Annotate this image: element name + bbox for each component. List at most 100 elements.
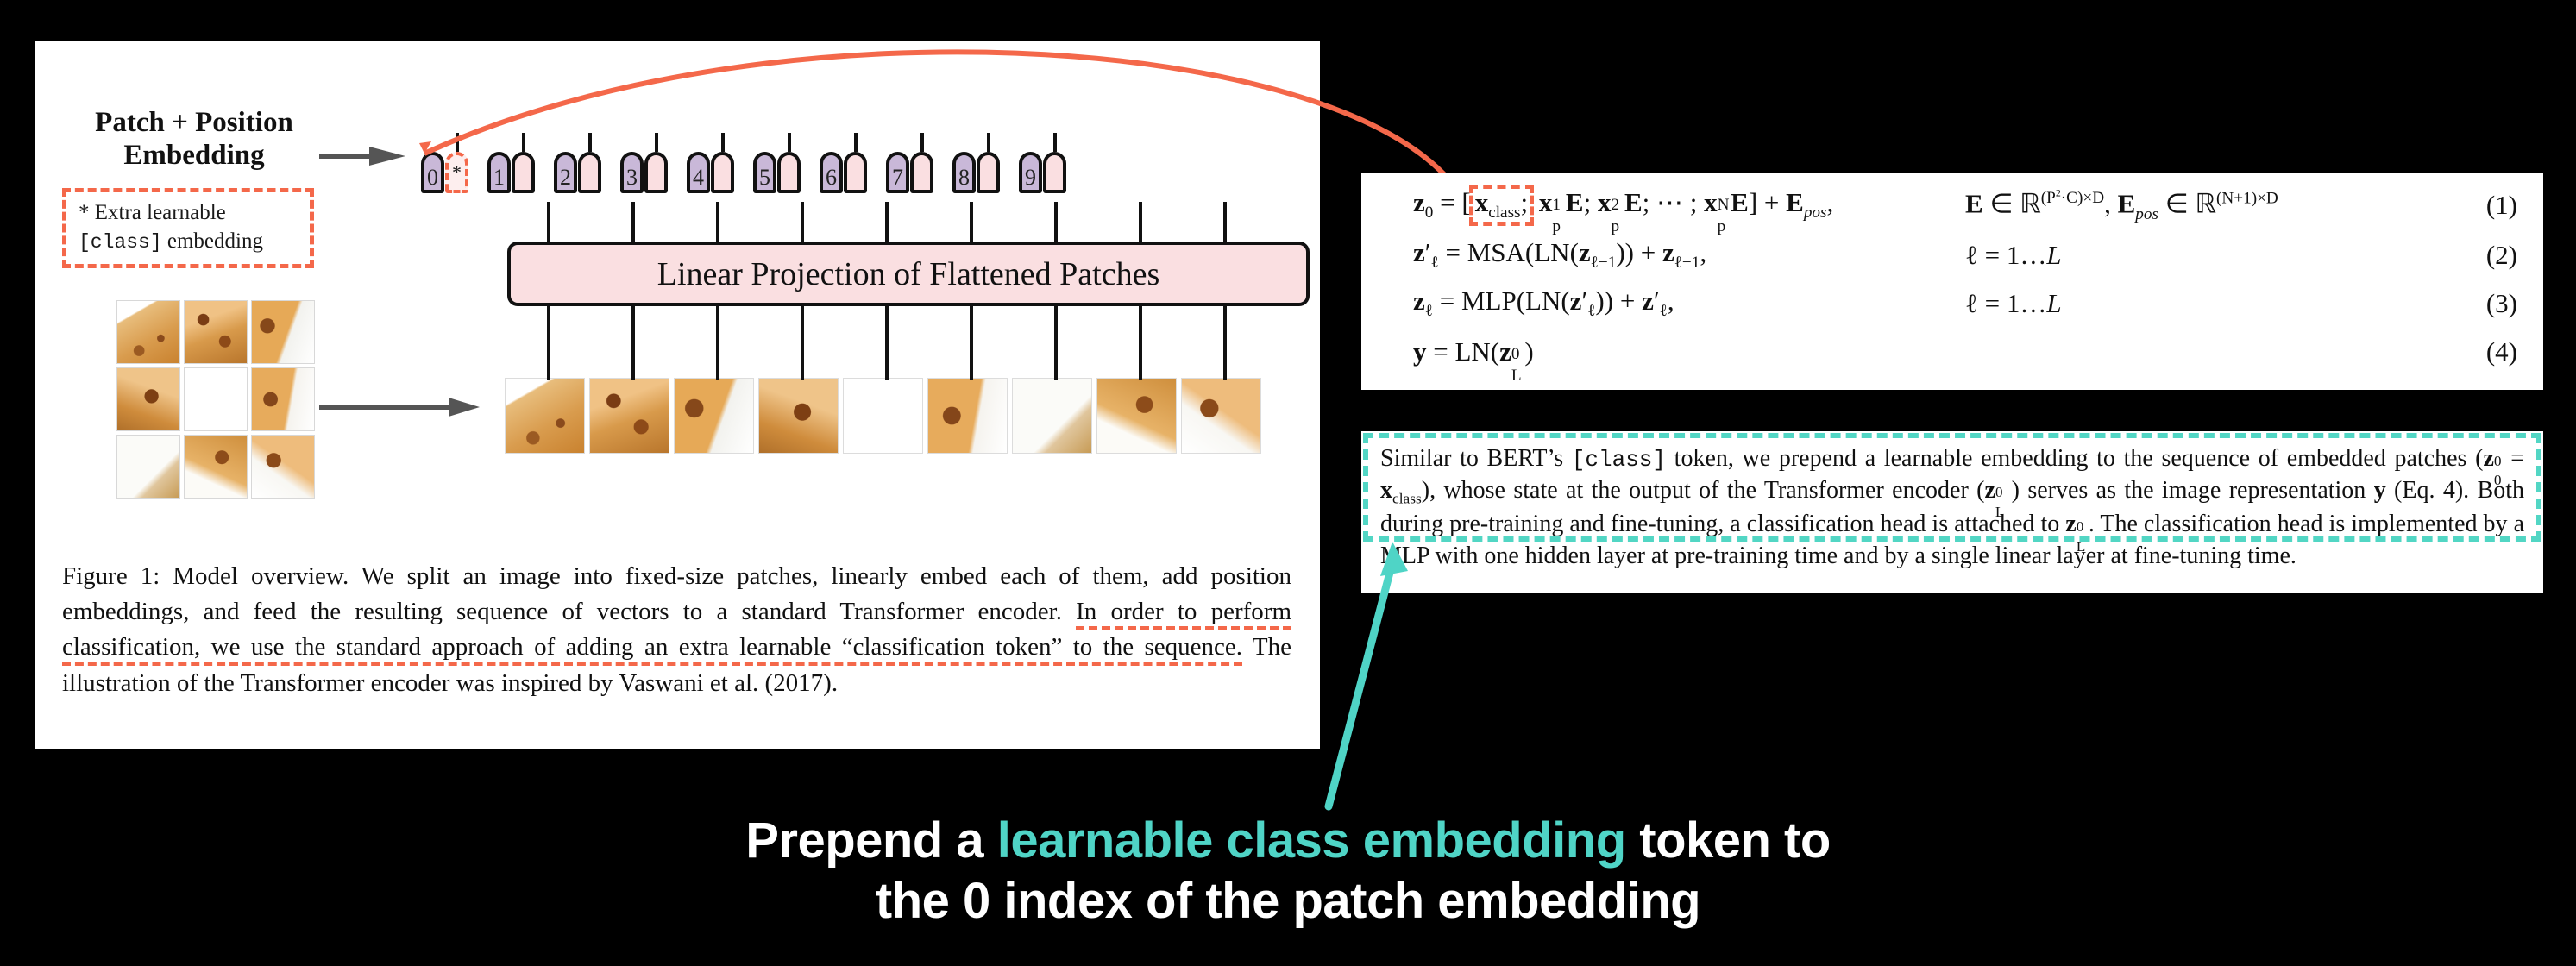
connector-stem	[801, 306, 804, 380]
flattened-patch	[589, 378, 669, 454]
equation-row-2: z′ℓ = MSA(LN(zℓ−1)) + zℓ−1, ℓ = 1…L (2)	[1361, 231, 2543, 279]
patch-position-line-1: Patch + Position	[95, 107, 293, 138]
patch-cell	[251, 367, 315, 431]
connector-stem	[631, 306, 635, 380]
caption-pre: Prepend a	[745, 812, 997, 869]
class-token-mono: [class]	[79, 230, 162, 254]
connector-stem	[1054, 202, 1058, 243]
patch-embedding-capsule	[578, 152, 601, 193]
patch-cell	[184, 300, 248, 364]
token-stem	[720, 133, 725, 152]
token-6[interactable]: 6	[820, 133, 867, 193]
position-embedding-capsule: 6	[820, 152, 843, 193]
equation-4-number: (4)	[2485, 336, 2517, 367]
patch-embedding-capsule	[1043, 152, 1066, 193]
y-symbol: y	[2373, 476, 2386, 504]
patch-cell	[184, 435, 248, 499]
patch-cell	[116, 367, 180, 431]
patch-cell	[116, 300, 180, 364]
position-embedding-capsule: 9	[1019, 152, 1042, 193]
bottom-caption-line-2: the 0 index of the patch embedding	[875, 872, 1701, 929]
connector-stem	[716, 202, 719, 243]
zL-superscript-math-2: z0L	[2065, 511, 2086, 555]
figure-panel: Patch + Position Embedding * Extra learn…	[35, 41, 1320, 749]
patch-cell	[251, 300, 315, 364]
token-8[interactable]: 8	[952, 133, 1000, 193]
position-embedding-capsule: 5	[753, 152, 776, 193]
token-stem	[1052, 133, 1057, 152]
connector-stem	[631, 202, 635, 243]
flattened-patch	[1096, 378, 1177, 454]
patch-embedding-capsule	[977, 152, 1000, 193]
connector-stem	[1223, 306, 1227, 380]
patch-embedding-capsule	[844, 152, 867, 193]
flattened-patch-strip	[505, 378, 1261, 454]
connector-stem	[1139, 306, 1142, 380]
equation-3-rhs: ℓ = 1…L	[1965, 288, 2062, 318]
caption-post: token to	[1625, 812, 1831, 869]
paragraph-segment-1: Similar to BERT’s	[1380, 445, 1572, 472]
token-7[interactable]: 7	[886, 133, 933, 193]
connector-stem	[1054, 306, 1058, 380]
patch-embedding-capsule	[777, 152, 801, 193]
connector-stem	[1223, 202, 1227, 243]
patch-embedding-capsule	[644, 152, 668, 193]
equation-1-rhs: E ∈ ℝ(P2·C)×D, Epos ∈ ℝ(N+1)×D	[1965, 186, 2278, 223]
flattened-patch	[505, 378, 585, 454]
patch-cell	[251, 435, 315, 499]
embedding-word: embedding	[161, 229, 263, 253]
connector-stem	[970, 306, 973, 380]
equation-4-lhs: y = LN(z 0 L )	[1413, 336, 1534, 385]
connector-stem	[547, 202, 550, 243]
token-stem	[587, 133, 592, 152]
equation-row-3: zℓ = MLP(LN(z′ℓ)) + z′ℓ, ℓ = 1…L (3)	[1361, 279, 2543, 328]
paragraph-segment-4: ) serves as the image representation	[2011, 476, 2374, 504]
token-3[interactable]: 3	[620, 133, 668, 193]
paragraph-panel: Similar to BERT’s [class] token, we prep…	[1361, 431, 2543, 593]
token-sequence-row: 0 * 1 2 3 4 5 6 7 8 9	[421, 133, 1066, 193]
token-stem	[853, 133, 858, 152]
equation-3-lhs: zℓ = MLP(LN(z′ℓ)) + z′ℓ,	[1413, 285, 1674, 321]
token-0-class[interactable]: 0 *	[421, 133, 468, 193]
token-9[interactable]: 9	[1019, 133, 1066, 193]
token-stem	[986, 133, 990, 152]
patch-position-embedding-label: Patch + Position Embedding	[65, 106, 324, 172]
flattened-patch	[1012, 378, 1092, 454]
equation-3-number: (3)	[2485, 288, 2517, 318]
patch-embedding-capsule	[711, 152, 734, 193]
connector-stem	[716, 306, 719, 380]
patch-embedding-capsule	[512, 152, 535, 193]
patch-grid-to-strip-arrow-icon	[319, 398, 480, 417]
connector-stem	[801, 202, 804, 243]
position-embedding-capsule: 8	[952, 152, 976, 193]
token-2[interactable]: 2	[554, 133, 601, 193]
bottom-caption: Prepend a learnable class embedding toke…	[0, 811, 2576, 931]
label-to-tokens-arrow-icon	[319, 147, 405, 166]
token-4[interactable]: 4	[687, 133, 734, 193]
class-token-mono: [class]	[1571, 447, 1666, 473]
position-embedding-capsule: 4	[687, 152, 710, 193]
paragraph-segment-2: token, we prepend a learnable embedding …	[1666, 445, 2484, 472]
equations-panel: z0 = [xclass; x1p E; x2p E; ⋯ ; xNp E] +…	[1361, 172, 2543, 390]
token-stem	[455, 133, 459, 152]
equation-row-4: y = LN(z 0 L ) (4)	[1361, 328, 2543, 385]
position-embedding-capsule: 0	[421, 152, 444, 193]
extra-learnable-line-1: * Extra learnable	[79, 201, 226, 224]
equation-2-lhs: z′ℓ = MSA(LN(zℓ−1)) + zℓ−1,	[1413, 237, 1707, 273]
linear-projection-label: Linear Projection of Flattened Patches	[657, 255, 1160, 292]
equation-1-lhs: z0 = [xclass; x1p E; x2p E; ⋯ ; xNp E] +…	[1413, 185, 1833, 235]
token-stem	[654, 133, 658, 152]
extra-learnable-line-2: [class] embedding	[79, 228, 301, 256]
extra-learnable-class-embedding-note: * Extra learnable [class] embedding	[62, 188, 314, 269]
equation-row-1: z0 = [xclass; x1p E; x2p E; ⋯ ; xNp E] +…	[1361, 181, 2543, 235]
flattened-patch	[674, 378, 754, 454]
position-embedding-capsule: 7	[886, 152, 909, 193]
equation-2-number: (2)	[2485, 240, 2517, 270]
token-5[interactable]: 5	[753, 133, 801, 193]
bottom-caption-line-1: Prepend a learnable class embedding toke…	[0, 811, 2576, 871]
caption-highlight: learnable class embedding	[996, 812, 1626, 869]
token-1[interactable]: 1	[487, 133, 535, 193]
equation-2-rhs: ℓ = 1…L	[1965, 240, 2062, 270]
connector-stem	[970, 202, 973, 243]
patch-cell	[184, 367, 248, 431]
